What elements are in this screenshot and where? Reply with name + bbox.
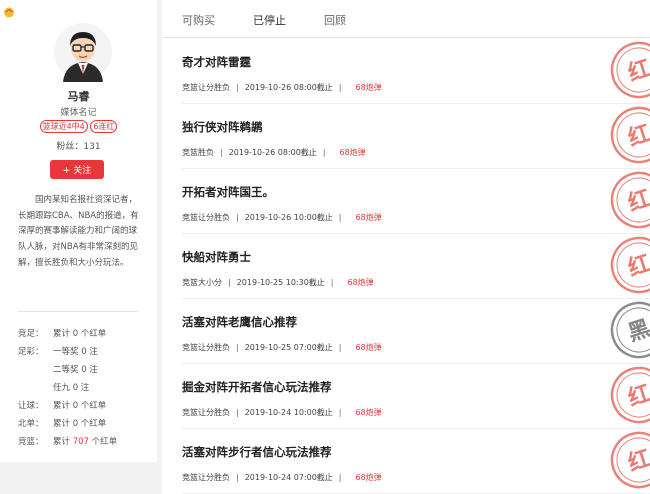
item-deadline: 2019-10-26 08:00截止	[228, 148, 317, 157]
list-item[interactable]: 开拓者对阵国王。竞篮让分胜负 | 2019-10-26 10:00截止 | 68炮弹 红	[182, 169, 650, 234]
recommendation-panel: 可购买 已停止 回顾 奇才对阵雷霆竞篮让分胜负 | 2019-10-26 08:00…	[162, 0, 650, 494]
item-meta: 竞篮让分胜负 | 2019-10-26 10:00截止 | 68炮弹	[182, 213, 382, 222]
svg-text:红: 红	[625, 55, 650, 87]
tab-stopped[interactable]: 已停止	[253, 12, 286, 28]
item-price: 68炮弹	[355, 213, 382, 222]
item-type: 竞篮让分胜负	[182, 408, 230, 417]
item-type: 竞篮让分胜负	[182, 83, 230, 92]
item-deadline: 2019-10-24 10:00截止	[244, 408, 333, 417]
svg-text:红: 红	[625, 250, 650, 282]
author-bio: 国内某知名报社资深记者，长期跟踪CBA、NBA的报道，有深厚的赛事解读能力和广阔…	[18, 195, 139, 268]
item-type: 竞篮让分胜负	[182, 343, 230, 352]
author-title: 媒体名记	[60, 108, 97, 118]
item-type: 竞篮胜负	[182, 148, 214, 157]
fans-number: 131	[83, 142, 101, 152]
author-badges: 篮球近4中4 6连红	[0, 120, 157, 133]
result-stamp-icon: 黑	[610, 301, 650, 359]
item-deadline: 2019-10-25 07:00截止	[244, 343, 333, 352]
item-type: 竞篮让分胜负	[182, 473, 230, 482]
item-type: 竞篮让分胜负	[182, 213, 230, 222]
item-meta: 竞篮让分胜负 | 2019-10-24 07:00截止 | 68炮弹	[182, 473, 382, 482]
fans-label: 粉丝：	[56, 142, 84, 152]
result-stamp-icon: 红	[610, 171, 650, 229]
item-meta: 竞篮让分胜负 | 2019-10-25 07:00截止 | 68炮弹	[182, 343, 382, 352]
avatar[interactable]	[53, 22, 113, 82]
item-deadline: 2019-10-26 10:00截止	[244, 213, 333, 222]
status-badge-consecutive: 6连红	[90, 120, 118, 133]
item-meta: 竞篮胜负 | 2019-10-26 08:00截止 | 68炮弹	[182, 148, 366, 157]
tab-purchasable[interactable]: 可购买	[182, 12, 215, 28]
red-count: 707	[72, 437, 89, 447]
item-price: 68炮弹	[355, 473, 382, 482]
status-badge-streak: 篮球近4中4	[39, 120, 88, 133]
result-stamp-icon: 红	[610, 41, 650, 99]
item-price: 68炮弹	[339, 148, 366, 157]
item-meta: 竞篮让分胜负 | 2019-10-24 10:00截止 | 68炮弹	[182, 408, 382, 417]
list-item[interactable]: 活塞对阵步行者信心玩法推荐竞篮让分胜负 | 2019-10-24 07:00截止 | 6…	[182, 429, 650, 494]
author-name: 马睿	[67, 90, 90, 103]
svg-text:红: 红	[625, 120, 650, 152]
profile-card: 马睿 媒体名记 篮球近4中4 6连红 粉丝：131 + 关注 国内某知名报社资深…	[0, 0, 157, 462]
svg-text:红: 红	[625, 185, 650, 217]
item-deadline: 2019-10-25 10:30截止	[236, 278, 325, 287]
list-item[interactable]: 独行侠对阵鹈鹕竞篮胜负 | 2019-10-26 08:00截止 | 68炮弹 红	[182, 104, 650, 169]
item-title[interactable]: 快船对阵勇士	[182, 249, 251, 265]
result-stamp-icon: 红	[610, 366, 650, 424]
item-deadline: 2019-10-24 07:00截止	[244, 473, 333, 482]
item-title[interactable]: 开拓者对阵国王。	[182, 184, 274, 200]
site-logo-icon	[4, 7, 14, 18]
list-item[interactable]: 奇才对阵雷霆竞篮让分胜负 | 2019-10-26 08:00截止 | 68炮弹 红	[182, 39, 650, 104]
item-price: 68炮弹	[355, 408, 382, 417]
item-price: 68炮弹	[355, 83, 382, 92]
list-item[interactable]: 掘金对阵开拓者信心玩法推荐竞篮让分胜负 | 2019-10-24 10:00截止 | 6…	[182, 364, 650, 429]
svg-text:黑: 黑	[625, 316, 650, 347]
result-stamp-icon: 红	[610, 106, 650, 164]
item-title[interactable]: 奇才对阵雷霆	[182, 54, 251, 70]
tab-bar: 可购买 已停止 回顾	[162, 0, 650, 38]
svg-text:红: 红	[625, 445, 650, 477]
item-meta: 竞篮让分胜负 | 2019-10-26 08:00截止 | 68炮弹	[182, 83, 382, 92]
item-title[interactable]: 活塞对阵老鹰信心推荐	[182, 314, 297, 330]
item-type: 竞篮大小分	[182, 278, 222, 287]
item-price: 68炮弹	[347, 278, 374, 287]
item-meta: 竞篮大小分 | 2019-10-25 10:30截止 | 68炮弹	[182, 278, 374, 287]
follow-button[interactable]: + 关注	[50, 160, 104, 179]
item-title[interactable]: 掘金对阵开拓者信心玩法推荐	[182, 379, 332, 395]
item-title[interactable]: 活塞对阵步行者信心玩法推荐	[182, 444, 332, 460]
result-stamp-icon: 红	[610, 236, 650, 294]
list-item[interactable]: 活塞对阵老鹰信心推荐竞篮让分胜负 | 2019-10-25 07:00截止 | 68炮弹…	[182, 299, 650, 364]
list-item[interactable]: 快船对阵勇士竞篮大小分 | 2019-10-25 10:30截止 | 68炮弹 红	[182, 234, 650, 299]
svg-text:红: 红	[625, 380, 650, 412]
tab-review[interactable]: 回顾	[324, 12, 346, 28]
item-price: 68炮弹	[355, 343, 382, 352]
result-stamp-icon: 红	[610, 431, 650, 489]
fans-count: 粉丝：131	[0, 139, 157, 152]
item-title[interactable]: 独行侠对阵鹈鹕	[182, 119, 263, 135]
divider	[18, 311, 138, 312]
item-deadline: 2019-10-26 08:00截止	[244, 83, 333, 92]
